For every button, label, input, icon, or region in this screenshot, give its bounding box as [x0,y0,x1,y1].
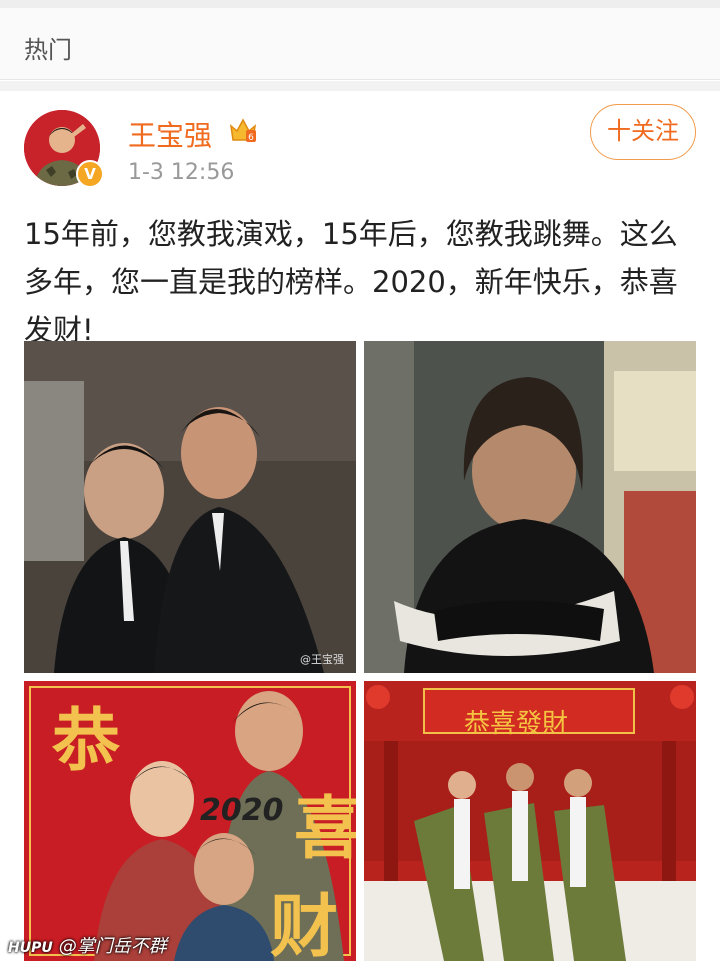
divider [0,81,720,91]
user-name[interactable]: 王宝强 [128,114,212,154]
post-text: 15年前，您教我演戏，15年后，您教我跳舞。这么多年，您一直是我的榜样。2020… [24,217,678,347]
poster-char-1: 恭 [52,701,121,781]
post-photo-2[interactable] [364,341,696,673]
photo-1-image [24,341,356,673]
tab-bar: 热门 [0,8,720,80]
tab-hot[interactable]: 热门 [24,30,72,65]
post-photo-4[interactable]: 恭喜發財 [364,681,696,961]
photo-2-image [364,341,696,673]
verified-badge-icon: V [76,160,104,188]
post-time: 1-3 12:56 [128,160,235,185]
vip-crown-icon: 6 [229,118,257,143]
footer-watermark: HUPU @掌门岳不群 [8,932,167,958]
status-strip [0,0,720,8]
svg-text:6: 6 [248,133,254,143]
poster-char-3: 财 [270,887,339,961]
author-credit: @掌门岳不群 [58,936,167,957]
post-photo-1[interactable]: @王宝强 [24,341,356,673]
poster-year: 2020 [200,793,284,828]
follow-button[interactable]: 十关注 [590,104,696,160]
post-photo-3[interactable]: 恭 喜 财 2020 [24,681,356,961]
poster-char-2: 喜 [294,789,356,869]
poster-banner: 恭喜發財 [464,709,569,739]
site-logo: HUPU [8,940,53,956]
photo-watermark: @王宝强 [300,653,344,666]
